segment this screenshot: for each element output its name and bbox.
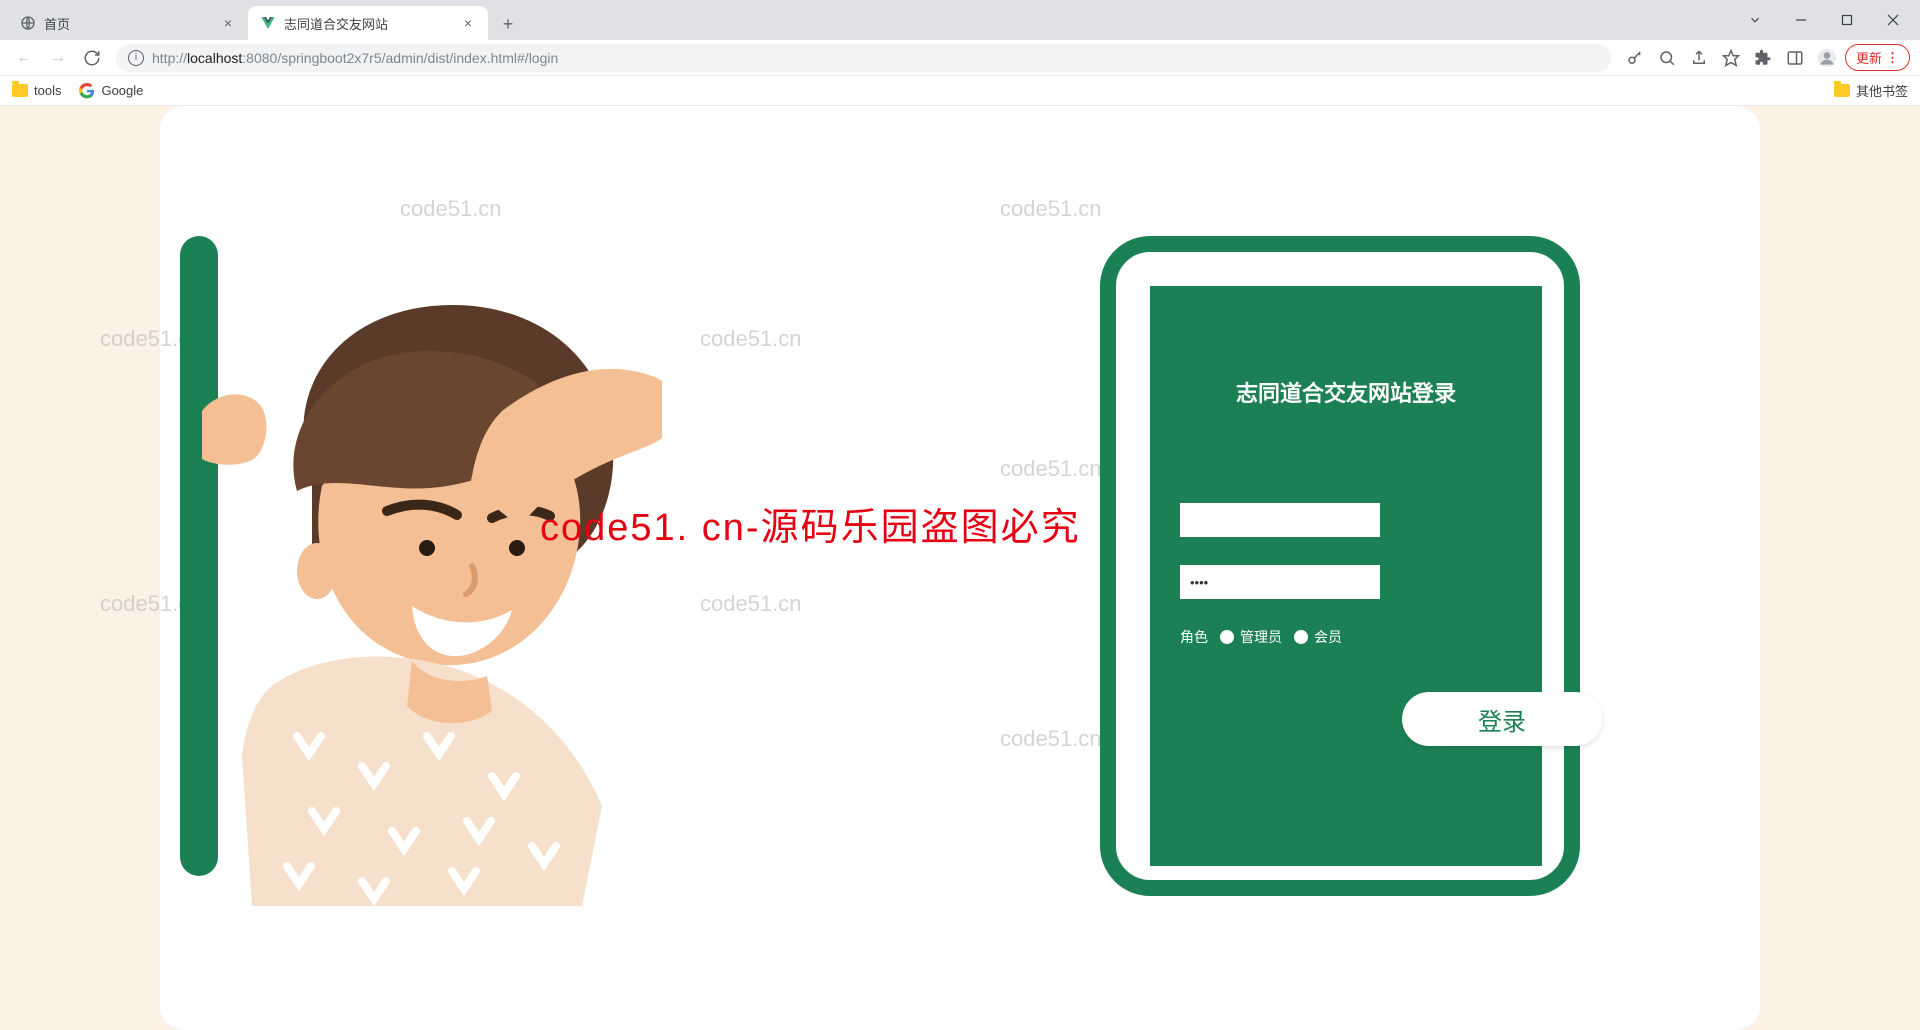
folder-icon xyxy=(12,84,28,97)
password-input[interactable] xyxy=(1180,565,1380,599)
menu-dots-icon: ⋮ xyxy=(1886,50,1899,66)
role-row: 角色 管理员 会员 xyxy=(1180,627,1512,647)
bookmark-label: Google xyxy=(101,83,143,98)
tab-search-icon[interactable] xyxy=(1732,4,1778,36)
star-icon[interactable] xyxy=(1717,44,1745,72)
update-button[interactable]: 更新 ⋮ xyxy=(1845,44,1910,71)
bookmarks-bar: tools Google 其他书签 xyxy=(0,76,1920,106)
tab-strip: 首页 × 志同道合交友网站 × + xyxy=(0,0,1920,40)
close-icon[interactable]: × xyxy=(460,15,476,31)
side-panel-icon[interactable] xyxy=(1781,44,1809,72)
radio-icon xyxy=(1220,630,1234,644)
update-label: 更新 xyxy=(1856,48,1882,67)
login-button-label: 登录 xyxy=(1478,702,1526,737)
radio-icon xyxy=(1294,630,1308,644)
forward-button[interactable]: → xyxy=(44,44,72,72)
role-label: 角色 xyxy=(1180,627,1208,647)
share-icon[interactable] xyxy=(1685,44,1713,72)
url-bar[interactable]: i http://localhost:8080/springboot2x7r5/… xyxy=(116,44,1611,72)
login-panel: 志同道合交友网站登录 角色 管理员 会员 登录 xyxy=(1100,236,1580,896)
person-peeking-illustration xyxy=(202,266,662,906)
google-icon xyxy=(79,83,95,99)
tab-active[interactable]: 志同道合交友网站 × xyxy=(248,6,488,40)
password-key-icon[interactable] xyxy=(1621,44,1649,72)
site-info-icon[interactable]: i xyxy=(128,50,144,66)
page-content: code51.cn code51.cn code51.cn code51.cn … xyxy=(0,106,1920,1030)
tab-title: 志同道合交友网站 xyxy=(284,14,452,33)
bookmark-tools[interactable]: tools xyxy=(12,83,61,98)
bookmark-label: 其他书签 xyxy=(1856,81,1908,100)
tab-home[interactable]: 首页 × xyxy=(8,6,248,40)
new-tab-button[interactable]: + xyxy=(494,10,522,38)
globe-icon xyxy=(20,15,36,31)
vue-icon xyxy=(260,15,276,31)
close-window-icon[interactable] xyxy=(1870,4,1916,36)
browser-chrome: 首页 × 志同道合交友网站 × + ← → i http://localhost… xyxy=(0,0,1920,106)
maximize-icon[interactable] xyxy=(1824,4,1870,36)
role-member-radio[interactable]: 会员 xyxy=(1294,627,1342,647)
role-option: 管理员 xyxy=(1240,627,1282,647)
folder-icon xyxy=(1834,84,1850,97)
role-option: 会员 xyxy=(1314,627,1342,647)
close-icon[interactable]: × xyxy=(220,15,236,31)
url-text: http://localhost:8080/springboot2x7r5/ad… xyxy=(152,50,1599,66)
login-title: 志同道合交友网站登录 xyxy=(1150,376,1542,408)
tab-title: 首页 xyxy=(44,14,212,33)
minimize-icon[interactable] xyxy=(1778,4,1824,36)
login-button[interactable]: 登录 xyxy=(1402,692,1602,746)
reload-button[interactable] xyxy=(78,44,106,72)
window-controls xyxy=(1732,0,1916,40)
toolbar: ← → i http://localhost:8080/springboot2x… xyxy=(0,40,1920,76)
extensions-icon[interactable] xyxy=(1749,44,1777,72)
username-input[interactable] xyxy=(1180,503,1380,537)
bookmark-label: tools xyxy=(34,83,61,98)
back-button[interactable]: ← xyxy=(10,44,38,72)
zoom-icon[interactable] xyxy=(1653,44,1681,72)
bookmark-google[interactable]: Google xyxy=(79,83,143,99)
role-admin-radio[interactable]: 管理员 xyxy=(1220,627,1282,647)
profile-icon[interactable] xyxy=(1813,44,1841,72)
other-bookmarks[interactable]: 其他书签 xyxy=(1834,81,1908,100)
decorative-illustration xyxy=(180,216,660,916)
